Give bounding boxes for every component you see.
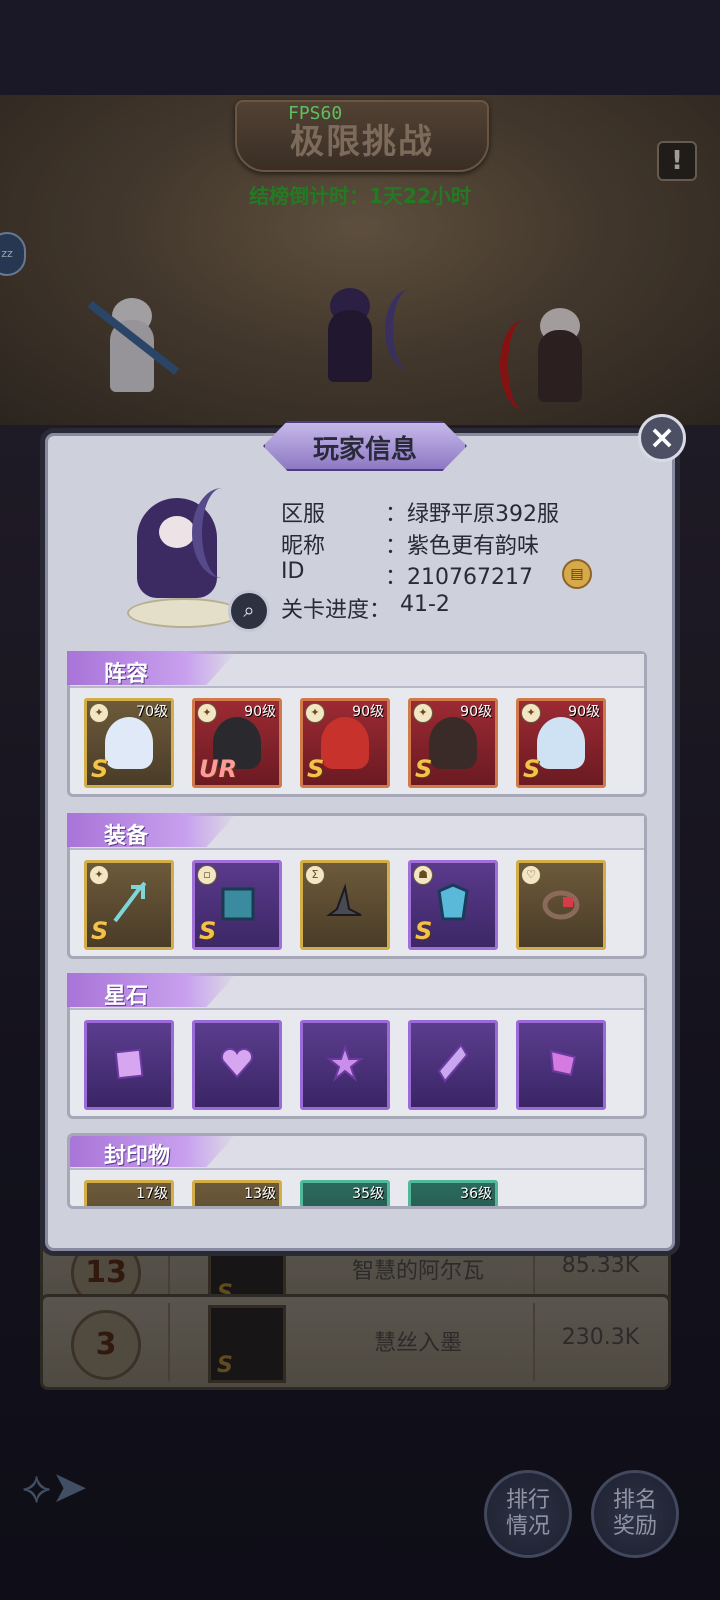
portrait-face <box>159 516 195 548</box>
section-title: 装备 <box>104 824 149 849</box>
gem-art <box>549 1049 577 1077</box>
hero-portrait <box>321 717 369 769</box>
gem-art <box>326 1043 364 1082</box>
witch-hat-icon[interactable]: Σ <box>300 860 390 950</box>
magnifier-icon[interactable]: ⌕ <box>228 590 270 632</box>
item-grade: S <box>199 917 217 945</box>
hero-portrait <box>105 717 153 769</box>
id-label: ID <box>281 559 305 584</box>
seal-level: 35级 <box>352 1186 384 1202</box>
server-label: 区服 <box>281 502 326 527</box>
gem-art <box>114 1048 144 1080</box>
item-grade: S <box>415 917 433 945</box>
close-button[interactable]: × <box>638 414 686 462</box>
gem-art <box>437 1043 469 1083</box>
player-portrait <box>107 488 247 628</box>
section-title: 封印物 <box>104 1144 171 1169</box>
seal-level: 17级 <box>136 1186 168 1202</box>
book-art <box>221 887 255 921</box>
diamond-gem-icon[interactable] <box>408 1020 498 1110</box>
seal-section: 封印物 17级 13级 35级 36级 <box>67 1133 647 1209</box>
hero-level: 90级 <box>244 704 276 720</box>
hero-portrait <box>429 717 477 769</box>
moon-scythe-icon <box>192 488 252 578</box>
nickname-value: ：紫色更有韵味 <box>385 534 540 559</box>
armor-icon[interactable]: ☗ S <box>408 860 498 950</box>
heart-gem-icon[interactable] <box>192 1020 282 1110</box>
hero-grade: S <box>91 755 109 783</box>
ring-art <box>542 890 580 920</box>
lineup-section: 阵容 ✦ 70级 S ✦ 90级 UR ✦ 90级 S ✦ 90级 S ✦ 90… <box>67 651 647 797</box>
hero-card[interactable]: ✦ 90级 S <box>516 698 606 788</box>
slot-icon: ✦ <box>89 865 109 885</box>
class-icon: ✦ <box>89 703 109 723</box>
class-icon: ✦ <box>521 703 541 723</box>
hero-grade: S <box>523 755 541 783</box>
hero-card[interactable]: ✦ 70级 S <box>84 698 174 788</box>
hero-card[interactable]: ✦ 90级 UR <box>192 698 282 788</box>
trident-art <box>113 881 147 923</box>
section-title: 阵容 <box>104 662 149 687</box>
class-icon: ✦ <box>197 703 217 723</box>
slot-icon: ♡ <box>521 865 541 885</box>
armor-art <box>437 883 469 921</box>
seal-card[interactable]: 35级 <box>300 1180 390 1206</box>
hero-level: 90级 <box>460 704 492 720</box>
slot-icon: ☗ <box>413 865 433 885</box>
seal-card[interactable]: 17级 <box>84 1180 174 1206</box>
hero-grade: UR <box>199 755 237 783</box>
id-value: ：210767217 <box>385 565 533 590</box>
ring-icon[interactable]: ♡ <box>516 860 606 950</box>
equipment-section: 装备 ✦ S ▫ S Σ ☗ S ♡ <box>67 813 647 959</box>
spellbook-icon[interactable]: ▫ S <box>192 860 282 950</box>
hat-art <box>326 883 362 916</box>
progress-label: 关卡进度： <box>281 598 392 623</box>
section-title: 星石 <box>104 984 149 1009</box>
star-gem-icon[interactable] <box>300 1020 390 1110</box>
server-value: ：绿野平原392服 <box>385 502 559 527</box>
square-gem-icon[interactable] <box>84 1020 174 1110</box>
hero-level: 90级 <box>568 704 600 720</box>
hero-card[interactable]: ✦ 90级 S <box>408 698 498 788</box>
modal-title: 玩家信息 <box>312 435 417 465</box>
player-info-modal: 玩家信息 ⌕ 区服 ：绿野平原392服 昵称 ：紫色更有韵味 ID ：21076… <box>40 421 680 1256</box>
item-grade: S <box>91 917 109 945</box>
slot-icon: Σ <box>305 865 325 885</box>
seal-card[interactable]: 13级 <box>192 1180 282 1206</box>
class-icon: ✦ <box>413 703 433 723</box>
copy-id-icon[interactable]: ▤ <box>562 559 592 589</box>
nickname-label: 昵称 <box>281 534 326 559</box>
portrait-platform <box>127 598 241 628</box>
drop-gem-icon[interactable] <box>516 1020 606 1110</box>
hero-level: 90级 <box>352 704 384 720</box>
gem-art <box>220 1047 254 1079</box>
hero-level: 70级 <box>136 704 168 720</box>
progress-value: 41-2 <box>400 592 450 617</box>
hero-card[interactable]: ✦ 90级 S <box>300 698 390 788</box>
hero-grade: S <box>415 755 433 783</box>
modal-header: 玩家信息 <box>263 421 467 471</box>
seal-level: 36级 <box>460 1186 492 1202</box>
seal-level: 13级 <box>244 1186 276 1202</box>
seal-card[interactable]: 36级 <box>408 1180 498 1206</box>
starstone-section: 星石 <box>67 973 647 1119</box>
class-icon: ✦ <box>305 703 325 723</box>
hero-portrait <box>537 717 585 769</box>
hero-grade: S <box>307 755 325 783</box>
slot-icon: ▫ <box>197 865 217 885</box>
trident-icon[interactable]: ✦ S <box>84 860 174 950</box>
